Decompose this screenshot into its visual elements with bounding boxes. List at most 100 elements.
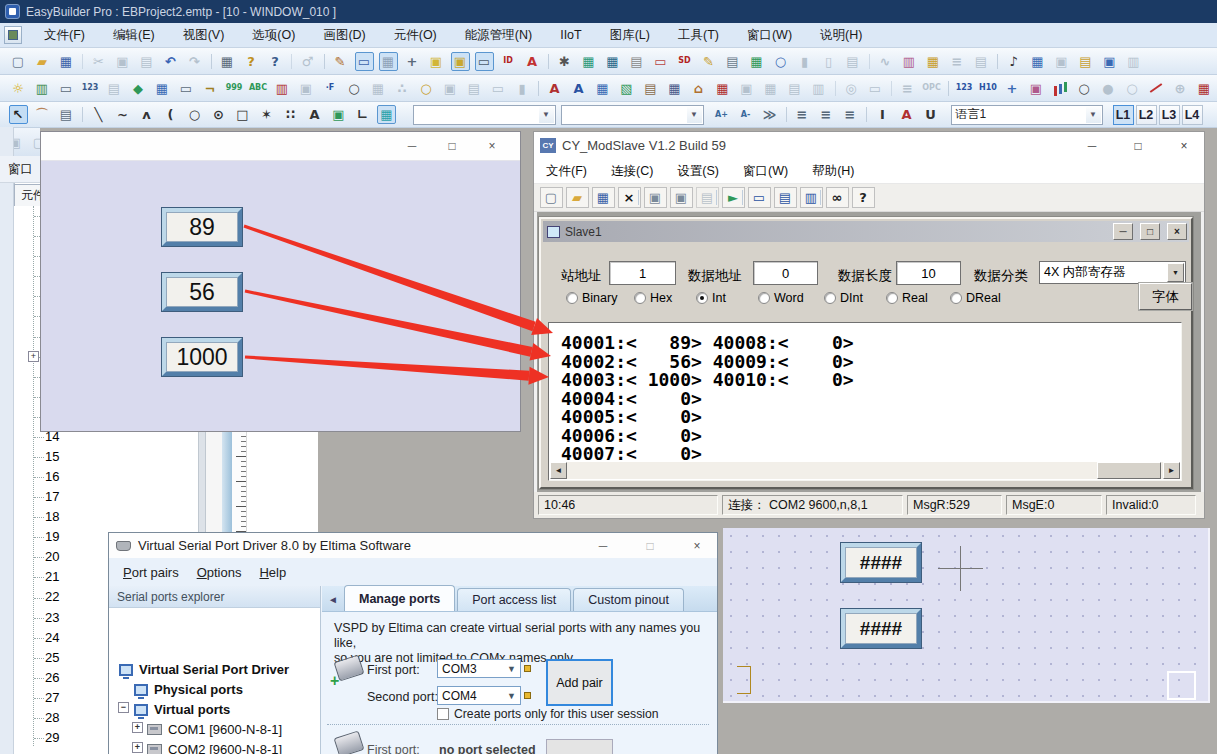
table3-icon[interactable]: ▦ (377, 105, 396, 124)
text-icon[interactable]: A (305, 105, 324, 124)
cmd-icon[interactable]: ▤ (843, 52, 862, 71)
menu-window[interactable]: 窗口(W) (733, 24, 806, 47)
redo-icon[interactable]: ↷ (185, 52, 204, 71)
state-button-l3[interactable]: L3 (1159, 105, 1180, 125)
font-red-icon[interactable]: A (523, 52, 542, 71)
window-tree-item[interactable]: 17 (14, 487, 198, 507)
clock-icon[interactable]: ○ (345, 79, 364, 98)
printer2-icon[interactable]: ▦ (369, 79, 388, 98)
sliders-icon[interactable]: ≡ (898, 79, 917, 98)
undo-icon[interactable]: ↶ (161, 52, 180, 71)
scroll-thumb[interactable] (1097, 462, 1161, 479)
ms-find-icon[interactable]: ∞ (826, 187, 849, 208)
design-canvas[interactable]: #### #### (723, 528, 1210, 703)
virtual-ports-expand[interactable]: − (118, 702, 129, 713)
ms-tile-h-icon[interactable]: ▤ (774, 187, 797, 208)
hex-icon[interactable]: H10 (979, 79, 998, 98)
menu-library[interactable]: 图库(L) (596, 24, 664, 47)
menu-file[interactable]: 文件(F) (30, 24, 99, 47)
list-icon[interactable]: ≡ (948, 52, 967, 71)
state-button-l4[interactable]: L4 (1182, 105, 1203, 125)
macro-icon[interactable]: ✎ (699, 52, 718, 71)
indent-icon[interactable]: ≫ (760, 105, 779, 124)
font-shrink-icon[interactable]: A- (736, 105, 755, 124)
key-icon[interactable]: ¬ (201, 79, 220, 98)
properties-icon[interactable]: ▤ (57, 105, 76, 124)
sim-value-1000[interactable]: 1000 (162, 338, 242, 376)
ms-save-icon[interactable]: ▦ (592, 187, 615, 208)
window-tree-item[interactable]: 18 (14, 507, 198, 527)
slave1-minimize-button[interactable]: ─ (1113, 223, 1133, 240)
slave1-restore-button[interactable]: □ (1140, 223, 1160, 240)
table-edit-icon[interactable]: ▦ (665, 79, 684, 98)
vspd-close-button[interactable]: × (677, 533, 717, 558)
table2-icon[interactable]: ▦ (593, 79, 612, 98)
select2-icon[interactable]: ▣ (297, 79, 316, 98)
cut-icon[interactable]: ✂ (89, 52, 108, 71)
move-icon[interactable]: + (1003, 79, 1022, 98)
ms-net1-icon[interactable]: ▣ (644, 187, 667, 208)
ms-cascade-icon[interactable]: ▭ (748, 187, 771, 208)
sim-minimize-button[interactable]: ─ (392, 132, 432, 160)
ms-menu-file[interactable]: 文件(F) (534, 160, 599, 183)
modslave-maximize-button[interactable]: □ (1118, 132, 1158, 159)
sim-close-button[interactable]: × (472, 132, 512, 160)
arc-icon[interactable]: ( (161, 105, 180, 124)
address-book-icon[interactable]: ▥ (900, 52, 919, 71)
font-combo[interactable]: ▼ (561, 105, 704, 125)
station-input[interactable]: 1 (609, 261, 676, 285)
ms-net2-icon[interactable]: ▣ (670, 187, 693, 208)
data-length-input[interactable]: 10 (896, 261, 961, 285)
switch-icon[interactable]: ▭ (57, 79, 76, 98)
ms-new-icon[interactable]: ▢ (540, 187, 563, 208)
underline-icon[interactable]: U (921, 105, 940, 124)
polygon-icon[interactable]: ✶ (257, 105, 276, 124)
tree-virtual-ports[interactable]: Virtual ports (134, 702, 230, 717)
compass-icon[interactable]: ⊕ (1171, 79, 1190, 98)
gauge-icon[interactable]: ◎ (842, 79, 861, 98)
touch-icon[interactable]: ▦ (153, 79, 172, 98)
scheduler-icon[interactable]: ○ (417, 79, 436, 98)
radio-word[interactable]: Word (758, 291, 804, 305)
dots2-icon[interactable]: ∷ (281, 105, 300, 124)
state-button-l1[interactable]: L1 (1113, 105, 1134, 125)
menu-view[interactable]: 视图(V) (169, 24, 239, 47)
drawer-icon[interactable]: ▤ (972, 52, 991, 71)
polyline-icon[interactable]: ʌ (137, 105, 156, 124)
pie-icon[interactable]: ⊙ (209, 105, 228, 124)
edit-icon[interactable]: ▣ (1100, 52, 1119, 71)
rect-icon[interactable]: □ (233, 105, 252, 124)
sim-maximize-button[interactable]: □ (432, 132, 472, 160)
tree-com1[interactable]: COM1 [9600-N-8-1] (147, 722, 282, 737)
plug-icon[interactable]: ∿ (876, 52, 895, 71)
modslave-close-button[interactable]: × (1164, 132, 1204, 159)
panel-icon[interactable]: ▭ (866, 79, 885, 98)
grid-icon[interactable]: ▦ (379, 52, 398, 71)
boxes-icon[interactable]: ▤ (785, 79, 804, 98)
pen-icon[interactable]: ✎ (331, 52, 350, 71)
table-icon[interactable]: ▦ (1028, 52, 1047, 71)
ms-menu-settings[interactable]: 设置(S) (665, 160, 731, 183)
menu-energy[interactable]: 能源管理(N) (451, 24, 546, 47)
radio-int[interactable]: Int (696, 291, 726, 305)
numeric-element-2[interactable]: #### (841, 609, 921, 648)
menu-edit[interactable]: 编辑(E) (99, 24, 169, 47)
history-table-icon[interactable]: ▦ (1195, 79, 1214, 98)
font-transfer-icon[interactable]: A (545, 79, 564, 98)
tree-com2[interactable]: COM2 [9600-N-8-1] (147, 742, 282, 754)
meter-icon[interactable]: ○ (1075, 79, 1094, 98)
opc-icon[interactable]: OPC (922, 79, 941, 98)
clipboard-icon[interactable]: ▤ (641, 79, 660, 98)
shape-style-combo[interactable]: ▼ (413, 105, 556, 125)
vspd-menu-port-pairs[interactable]: Port pairs (114, 561, 188, 584)
tree-root[interactable]: Virtual Serial Port Driver (119, 662, 289, 677)
project-icon[interactable] (4, 26, 22, 44)
users-icon[interactable]: ▣ (1052, 52, 1071, 71)
bar-chart-icon[interactable] (1051, 79, 1070, 98)
diamond-icon[interactable]: ◆ (129, 79, 148, 98)
state-button-l2[interactable]: L2 (1136, 105, 1157, 125)
function-icon[interactable]: ·F (321, 79, 340, 98)
tree-physical-ports[interactable]: Physical ports (134, 682, 243, 697)
pan-icon[interactable]: ⌒ (33, 105, 52, 124)
add-pair-button[interactable]: Add pair (546, 659, 613, 706)
